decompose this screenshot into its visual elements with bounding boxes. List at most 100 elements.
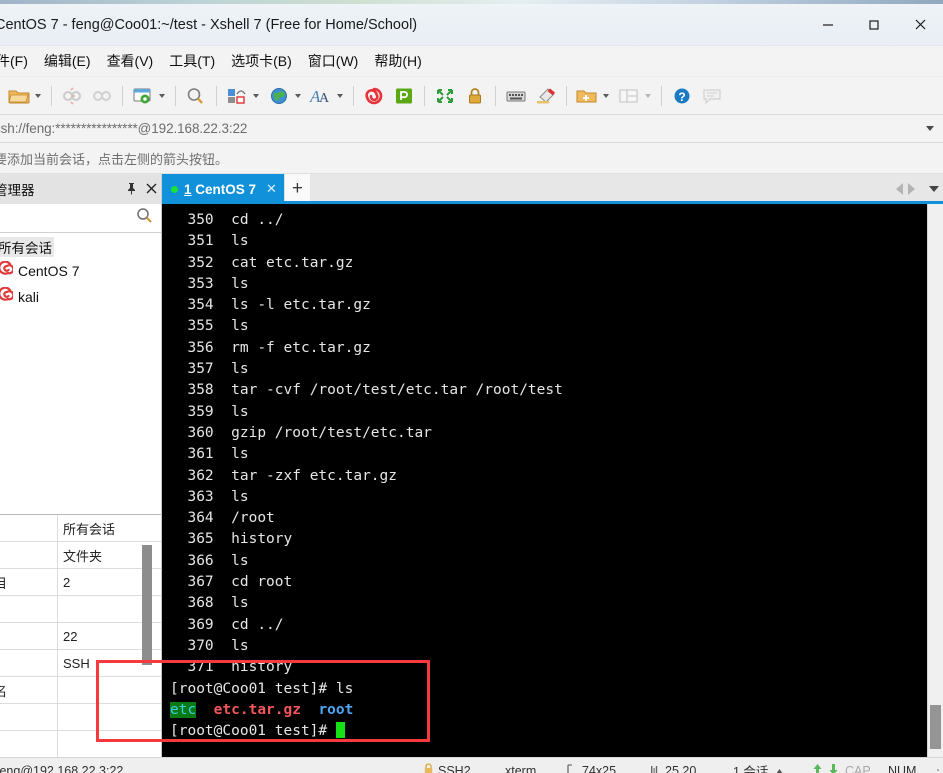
transfer-icon[interactable] [222, 81, 252, 111]
cursor-icon [650, 764, 661, 773]
terminal-history-line: 364 /root [170, 508, 927, 529]
terminal-history-line: 367 cd root [170, 572, 927, 593]
status-connection: feng@192.168.22.3:22 [0, 763, 124, 773]
address-value[interactable]: ssh://feng:****************@192.168.22.3… [0, 121, 247, 136]
new-tab-button[interactable]: + [283, 174, 310, 204]
search-icon[interactable] [136, 207, 153, 229]
properties-scrollbar-thumb[interactable] [142, 545, 152, 665]
ls-directory-etc: etc [170, 701, 197, 718]
property-key [0, 596, 58, 622]
terminal-history-line: 358 tar -cvf /root/test/etc.tar /root/te… [170, 380, 927, 401]
highlighter-icon[interactable] [531, 81, 561, 111]
chevron-down-icon[interactable] [926, 126, 934, 131]
status-size: 74x25 [567, 764, 616, 773]
layout-caret-icon[interactable] [645, 93, 651, 98]
menu-file[interactable]: 件(F) [0, 47, 36, 75]
caret-up-icon[interactable] [775, 764, 784, 773]
session-properties-caret-icon[interactable] [159, 93, 165, 98]
toolbar-separator [661, 85, 662, 106]
menu-view[interactable]: 查看(V) [99, 47, 162, 75]
terminal-current-prompt[interactable]: [root@Coo01 test]# [170, 721, 927, 742]
tab-index: 1 [184, 181, 192, 197]
history-number: 359 [170, 403, 214, 420]
history-command: ls [231, 488, 249, 505]
status-bar: feng@192.168.22.3:22 SSH2 xterm 74x25 25… [0, 757, 943, 773]
menu-bar: 件(F) 编辑(E) 查看(V) 工具(T) 选项卡(B) 窗口(W) 帮助(H… [0, 46, 943, 77]
property-key: 目 [0, 569, 58, 595]
hint-text: 要添加当前会话，点击左侧的箭头按钮。 [0, 151, 229, 167]
property-key-text: 目 [0, 575, 8, 591]
tab-close-icon[interactable]: ✕ [266, 181, 277, 197]
disconnect-icon[interactable] [57, 81, 87, 111]
history-command: ls [231, 595, 249, 612]
lock-icon[interactable] [460, 81, 490, 111]
new-folder-icon[interactable] [572, 81, 602, 111]
maximize-button[interactable] [851, 4, 897, 45]
table-row: 所有会话 [0, 515, 161, 542]
find-icon[interactable] [181, 81, 211, 111]
resize-grip[interactable] [929, 769, 941, 773]
close-button[interactable] [897, 4, 943, 45]
close-icon[interactable] [146, 183, 157, 196]
chevron-down-icon[interactable] [929, 186, 939, 192]
minimize-button[interactable] [805, 4, 851, 45]
history-number: 367 [170, 574, 214, 591]
status-cursor-text: 25,20 [665, 763, 697, 773]
menu-edit[interactable]: 编辑(E) [36, 47, 99, 75]
tab-status-dot [171, 185, 178, 193]
status-size-text: 74x25 [582, 763, 617, 773]
history-number: 352 [170, 254, 214, 271]
font-caret-icon[interactable] [337, 93, 343, 98]
font-icon[interactable]: A A [306, 81, 336, 111]
properties-scrollbar[interactable] [142, 519, 152, 757]
green-app-icon[interactable] [389, 81, 419, 111]
terminal-history-line: 369 cd ../ [170, 615, 927, 636]
open-folder-caret-icon[interactable] [35, 93, 41, 98]
history-command: ls [231, 361, 249, 378]
menu-tools[interactable]: 工具(T) [161, 47, 223, 75]
tab-strip: 1 CentOS 7 ✕ + [162, 174, 943, 204]
spiral-red-icon[interactable] [359, 81, 389, 111]
lock-icon [423, 763, 434, 773]
globe-caret-icon[interactable] [295, 93, 301, 98]
terminal-output[interactable]: 350 cd ../ 351 ls 352 cat etc.tar.gz 353… [162, 204, 927, 757]
history-command: ls [231, 637, 249, 654]
session-search-row[interactable] [0, 204, 161, 233]
status-cap: CAP [845, 763, 871, 773]
layout-icon[interactable] [614, 81, 644, 111]
terminal-scrollbar[interactable] [927, 204, 943, 757]
comment-icon[interactable] [697, 81, 727, 111]
link-icon[interactable] [87, 81, 117, 111]
transfer-caret-icon[interactable] [253, 93, 259, 98]
keyboard-icon[interactable] [501, 81, 531, 111]
new-folder-caret-icon[interactable] [603, 93, 609, 98]
menu-tab[interactable]: 选项卡(B) [223, 47, 300, 75]
fullscreen-icon[interactable] [430, 81, 460, 111]
session-properties-icon[interactable] [128, 81, 158, 111]
title-bar: CentOS 7 - feng@Coo01:~/test - Xshell 7 … [0, 4, 943, 46]
history-number: 353 [170, 275, 214, 292]
help-icon[interactable]: ? [667, 81, 697, 111]
nav-left-icon[interactable] [896, 183, 903, 195]
history-number: 366 [170, 552, 214, 569]
menu-window[interactable]: 窗口(W) [300, 47, 367, 75]
pin-icon[interactable] [126, 182, 137, 197]
status-sessions[interactable]: 1 会话 [733, 761, 784, 773]
address-bar[interactable]: ssh://feng:****************@192.168.22.3… [0, 115, 943, 143]
nav-right-icon[interactable] [908, 183, 915, 195]
session-group-label[interactable]: 所有会话 [0, 237, 54, 257]
tab-title: CentOS 7 [195, 181, 257, 197]
menu-help[interactable]: 帮助(H) [366, 47, 429, 75]
globe-icon[interactable] [264, 81, 294, 111]
property-key [0, 731, 58, 757]
terminal-history-line: 353 ls [170, 274, 927, 295]
tab-centos-7[interactable]: 1 CentOS 7 ✕ [162, 174, 284, 204]
status-transfer [813, 763, 838, 773]
terminal-scrollbar-thumb[interactable] [930, 705, 941, 749]
ls-archive-file: etc.tar.gz [213, 701, 301, 718]
terminal-history-line: 371 history [170, 657, 927, 678]
session-item-centos-7[interactable]: CentOS 7 [0, 258, 161, 284]
terminal-history-line: 360 gzip /root/test/etc.tar [170, 423, 927, 444]
session-item-kali[interactable]: kali [0, 284, 161, 310]
open-folder-icon[interactable] [4, 81, 34, 111]
